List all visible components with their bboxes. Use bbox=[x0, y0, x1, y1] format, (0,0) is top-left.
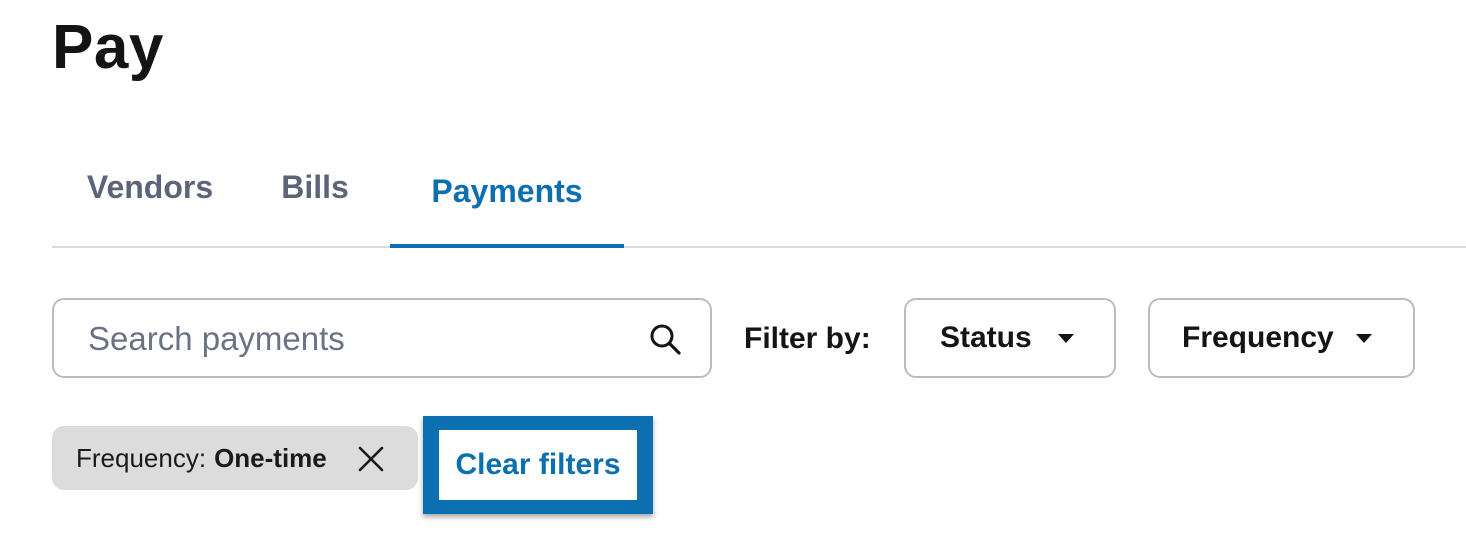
search-box bbox=[52, 298, 712, 378]
caret-down-icon bbox=[1058, 334, 1074, 343]
clear-filters-button[interactable]: Clear filters bbox=[439, 430, 637, 500]
tab-bar: Vendors Bills Payments bbox=[52, 150, 1466, 248]
filter-by-label: Filter by: bbox=[744, 322, 871, 355]
chip-filter-key: Frequency: bbox=[76, 442, 207, 473]
clear-filters-highlight: Clear filters bbox=[423, 416, 653, 514]
tab-bills[interactable]: Bills bbox=[260, 138, 370, 236]
status-dropdown-label: Status bbox=[940, 321, 1032, 354]
frequency-dropdown-label: Frequency bbox=[1182, 321, 1334, 354]
frequency-dropdown[interactable]: Frequency bbox=[1148, 298, 1415, 378]
close-icon[interactable] bbox=[358, 446, 384, 472]
search-input[interactable] bbox=[86, 300, 630, 378]
tab-payments[interactable]: Payments bbox=[390, 138, 624, 248]
caret-down-icon bbox=[1356, 334, 1372, 343]
search-icon[interactable] bbox=[648, 322, 682, 356]
tab-vendors[interactable]: Vendors bbox=[66, 138, 234, 236]
page-title: Pay bbox=[52, 13, 164, 82]
status-dropdown[interactable]: Status bbox=[904, 298, 1116, 378]
active-filter-chip: Frequency: One-time bbox=[52, 426, 418, 490]
chip-filter-value: One-time bbox=[214, 442, 327, 473]
